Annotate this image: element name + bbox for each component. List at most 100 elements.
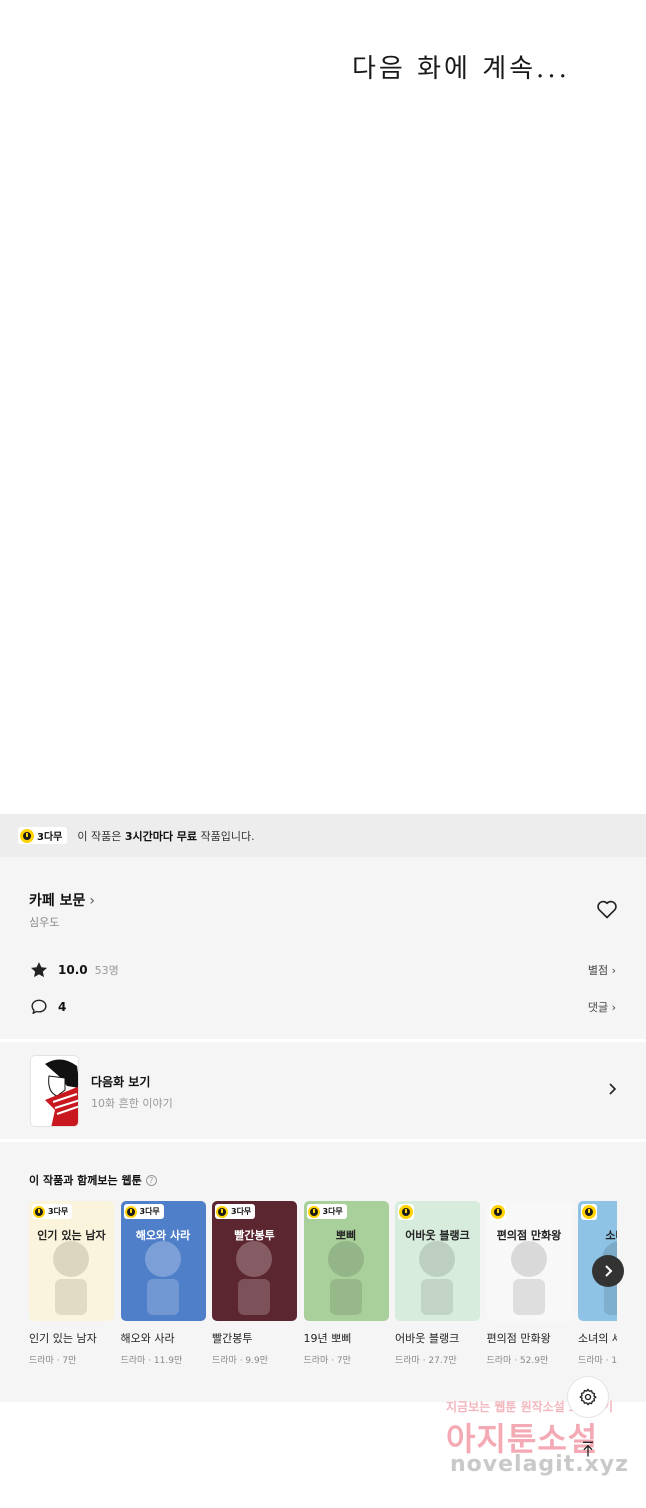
cover-art <box>144 1241 181 1315</box>
recommendation-thumbnail: 해오와 사라 3다무 <box>120 1201 206 1321</box>
recommendation-meta: 드라마 · 52.9만 <box>486 1356 549 1366</box>
free-badge-label: 3다무 <box>322 1207 343 1216</box>
heart-icon[interactable] <box>595 897 619 921</box>
recommendations-title: 이 작품과 함께보는 웹툰 ? <box>29 1172 157 1188</box>
comic-panel-text: 다음 화에 계속... <box>352 54 570 84</box>
help-icon[interactable]: ? <box>145 1174 157 1186</box>
chevron-right-icon <box>609 1083 617 1095</box>
recommendation-title: 어바웃 블랭크 <box>395 1332 460 1345</box>
recommendation-meta: 드라마 · 27.7만 <box>395 1356 457 1366</box>
recommendation-meta: 드라마 · 11.9만 <box>120 1356 183 1366</box>
rating-count: 53명 <box>94 964 119 977</box>
carousel-next-button[interactable] <box>592 1255 624 1287</box>
free-notice-banner: 3다무 이 작품은 3시간마다 무료 작품입니다. <box>0 814 646 857</box>
cover-title: 소녀의 <box>605 1229 617 1242</box>
recommendation-thumbnail: 빨간봉투 3다무 <box>212 1201 297 1321</box>
recommendation-card[interactable]: 빨간봉투 3다무빨간봉투드라마 · 9.9만 <box>212 1201 297 1366</box>
clock-icon <box>124 1205 137 1218</box>
free-notice-bold: 3시간마다 무료 <box>124 829 198 843</box>
next-episode-card[interactable]: 다음화 보기 10화 흔한 이야기 <box>0 1042 646 1139</box>
comment-link[interactable]: 댓글 › <box>588 999 616 1015</box>
free-badge: 3다무 <box>215 1204 256 1219</box>
comment-link-label: 댓글 <box>587 1001 609 1014</box>
recommendations-list: 인기 있는 남자 3다무 인기 있는 남자 드라마 · 7만 해오와 사라 3다무 해오와 … <box>29 1201 617 1371</box>
recommendation-title: 해오와 사라 <box>120 1332 175 1345</box>
next-episode-label: 다음화 보기 <box>91 1075 151 1089</box>
recommendation-card[interactable]: 편의점 만화왕 편의점 만화왕 드라마 · 52.9만 <box>486 1201 572 1366</box>
chevron-right-icon <box>605 1265 613 1277</box>
recommendation-meta: 드라마 · 7만 <box>303 1356 351 1366</box>
free-badge: 3다무 <box>123 1204 164 1219</box>
free-badge-label: 3다무 <box>48 1207 69 1216</box>
next-episode-subtitle: 10화 흔한 이야기 <box>91 1097 173 1110</box>
clock-icon <box>582 1205 596 1219</box>
recommendation-card[interactable]: 뽀삐 3다무 19년 뽀삐드라마 · 7만 <box>303 1201 389 1366</box>
clock-badge <box>581 1204 597 1220</box>
free-badge-label: 3다무 <box>37 832 63 843</box>
recommendation-title: 19년 뽀삐 <box>303 1332 352 1345</box>
chevron-right-icon: › <box>611 964 616 977</box>
recommendation-title: 인기 있는 남자 <box>29 1332 97 1345</box>
recommendation-meta: 드라마 · 1 <box>578 1356 617 1366</box>
recommendation-thumbnail: 편의점 만화왕 <box>486 1201 572 1321</box>
star-icon <box>31 962 47 978</box>
work-info-section: 카페 보문 › 심우도 10.0 53명 별점 › 4 댓글 › <box>0 857 646 1039</box>
cover-art <box>236 1241 272 1315</box>
rating-row: 10.0 53명 <box>29 960 119 980</box>
rating-link-label: 별점 <box>587 964 609 977</box>
settings-button[interactable] <box>567 1376 609 1418</box>
recommendation-title: 편의점 만화왕 <box>486 1332 551 1345</box>
clock-icon <box>490 1205 505 1219</box>
free-notice-text: 이 작품은 3시간마다 무료 작품입니다. <box>77 828 254 844</box>
comment-count: 4 <box>58 1000 67 1014</box>
clock-badge <box>489 1204 506 1220</box>
cover-title: 어바웃 블랭크 <box>405 1229 470 1242</box>
cover-title: 편의점 만화왕 <box>496 1229 562 1242</box>
cover-title: 뽀삐 <box>335 1229 357 1242</box>
recommendation-card[interactable]: 해오와 사라 3다무해오와 사라드라마 · 11.9만 <box>120 1201 206 1366</box>
cover-art <box>327 1241 364 1315</box>
clock-icon <box>20 828 34 843</box>
recommendations-section: 이 작품과 함께보는 웹툰 ? 인기 있는 남자 3다무인기 있는 남자드라마 ·… <box>0 1142 646 1402</box>
chevron-right-icon: › <box>611 1001 616 1014</box>
recommendation-card[interactable]: 어바웃 블랭크 어바웃 블랭크 드라마 · 27.7만 <box>395 1201 480 1366</box>
rating-value: 10.0 <box>58 963 88 977</box>
work-title: 카페 보문 <box>29 893 86 909</box>
work-author[interactable]: 심우도 <box>29 914 59 930</box>
recommendation-meta: 드라마 · 7만 <box>29 1356 77 1366</box>
free-notice-suffix: 작품입니다. <box>197 829 255 843</box>
free-badge: 3다무 <box>306 1204 347 1219</box>
scroll-top-button[interactable] <box>567 1428 609 1470</box>
cover-title: 해오와 사라 <box>135 1229 191 1242</box>
free-badge: 3다무 <box>18 827 68 844</box>
free-notice-prefix: 이 작품은 <box>77 829 125 843</box>
work-title-link[interactable]: 카페 보문 › <box>29 890 95 910</box>
clock-icon <box>399 1205 413 1219</box>
free-badge-label: 3다무 <box>139 1207 160 1216</box>
free-badge-label: 3다무 <box>231 1207 252 1216</box>
recommendation-thumbnail: 어바웃 블랭크 <box>395 1201 480 1321</box>
recommendation-thumbnail: 뽀삐 3다무 <box>303 1201 389 1321</box>
comment-row: 4 <box>29 997 66 1017</box>
comic-panel: 다음 화에 계속... <box>0 0 646 814</box>
recommendation-card[interactable]: 인기 있는 남자 3다무인기 있는 남자드라마 · 7만 <box>29 1201 114 1366</box>
cover-title: 빨간봉투 <box>234 1229 275 1242</box>
recommendation-thumbnail: 인기 있는 남자 3다무 <box>29 1201 114 1321</box>
recommendation-title: 소녀의 세계 <box>578 1332 617 1345</box>
free-badge: 3다무 <box>32 1204 73 1219</box>
recommendation-title: 빨간봉투 <box>212 1332 253 1345</box>
cover-title: 인기 있는 남자 <box>37 1229 106 1242</box>
clock-badge <box>398 1204 414 1220</box>
clock-icon <box>33 1205 45 1218</box>
recommendations-title-text: 이 작품과 함께보는 웹툰 <box>29 1174 142 1187</box>
chevron-right-icon: › <box>89 893 96 909</box>
clock-icon <box>307 1205 320 1218</box>
gear-icon <box>579 1388 597 1406</box>
cover-art <box>53 1241 89 1315</box>
comment-icon <box>31 999 47 1014</box>
arrow-up-icon <box>583 1441 593 1457</box>
recommendation-meta: 드라마 · 9.9만 <box>212 1356 269 1366</box>
next-episode-thumbnail <box>30 1055 79 1127</box>
rating-link[interactable]: 별점 › <box>588 962 616 978</box>
clock-icon <box>216 1205 228 1218</box>
